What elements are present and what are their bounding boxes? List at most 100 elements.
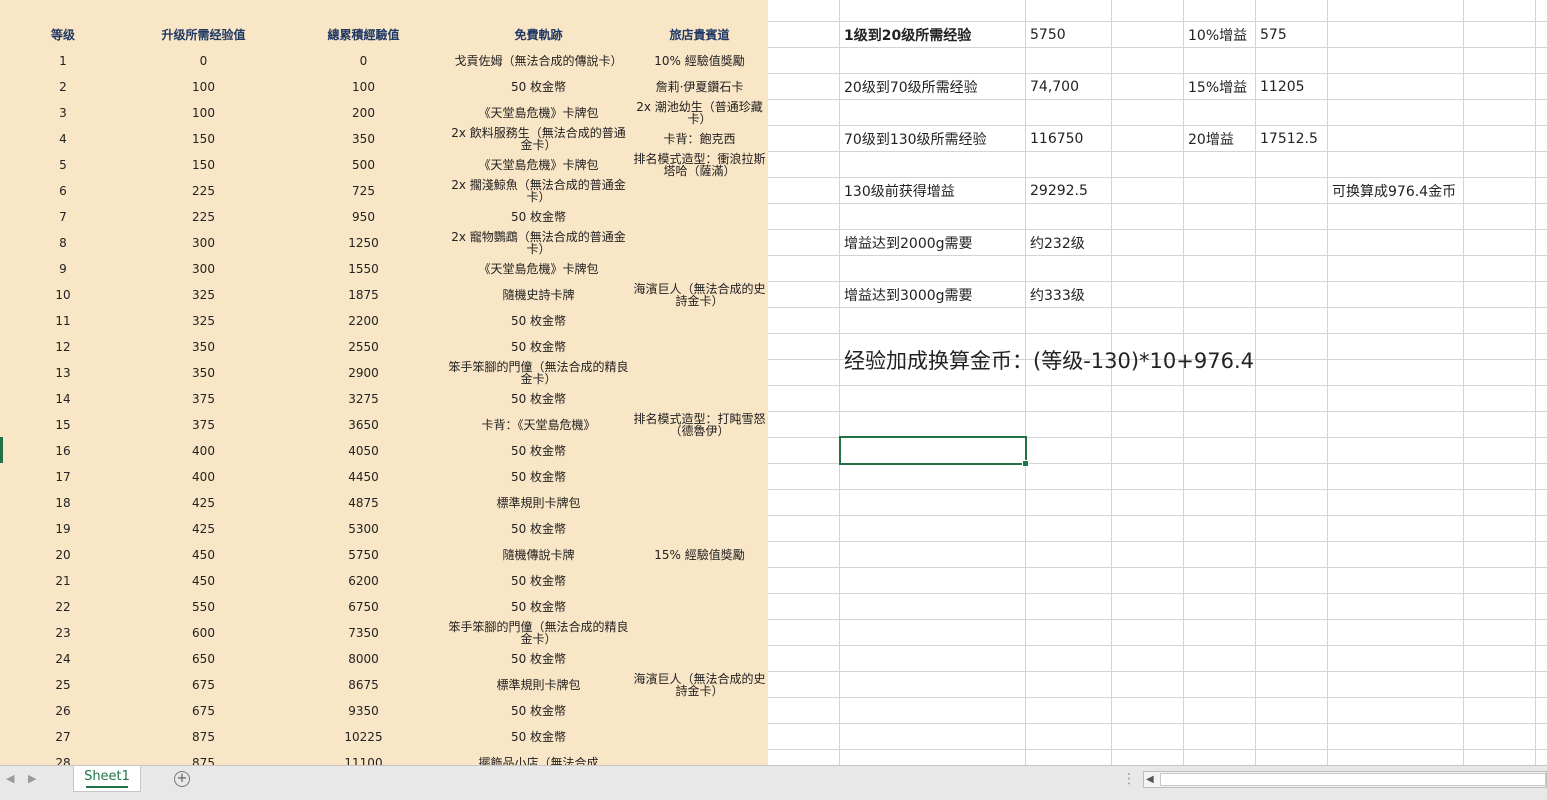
table-cell[interactable]: 450: [126, 568, 281, 594]
grid-cell[interactable]: [768, 360, 840, 386]
table-cell[interactable]: 400: [126, 438, 281, 464]
grid-cell[interactable]: [1256, 308, 1328, 334]
grid-cell[interactable]: [1112, 152, 1184, 178]
grid-cell[interactable]: [1328, 542, 1464, 568]
grid-cell[interactable]: [1026, 568, 1112, 594]
table-cell[interactable]: 8000: [281, 646, 446, 672]
grid-cell[interactable]: [1464, 230, 1536, 256]
grid-cell[interactable]: [1464, 282, 1536, 308]
grid-cell[interactable]: [768, 464, 840, 490]
table-cell[interactable]: 2900: [281, 360, 446, 386]
grid-cell[interactable]: [768, 568, 840, 594]
table-cell[interactable]: [631, 204, 768, 230]
table-cell[interactable]: 15% 經驗值獎勵: [631, 542, 768, 568]
grid-cell[interactable]: [1112, 308, 1184, 334]
table-cell[interactable]: 50 枚金幣: [446, 334, 631, 360]
grid-cell[interactable]: [1464, 620, 1536, 646]
more-options-icon[interactable]: ⋮: [1122, 771, 1136, 787]
table-cell[interactable]: 戈貢佐姆（無法合成的傳說卡）: [446, 48, 631, 74]
grid-cell[interactable]: [1464, 0, 1536, 22]
summary-value[interactable]: 116750: [1027, 126, 1207, 152]
grid-cell[interactable]: [1328, 490, 1464, 516]
table-cell[interactable]: 18: [0, 490, 126, 516]
table-cell[interactable]: 6750: [281, 594, 446, 620]
summary-label[interactable]: 增益达到2000g需要: [841, 230, 1021, 256]
table-cell[interactable]: 50 枚金幣: [446, 386, 631, 412]
grid-cell[interactable]: [1536, 308, 1547, 334]
table-cell[interactable]: 20: [0, 542, 126, 568]
grid-cell[interactable]: [1536, 48, 1547, 74]
table-cell[interactable]: 50 枚金幣: [446, 724, 631, 750]
grid-cell[interactable]: [1184, 204, 1256, 230]
table-cell[interactable]: 675: [126, 698, 281, 724]
table-cell[interactable]: 21: [0, 568, 126, 594]
grid-cell[interactable]: [1184, 256, 1256, 282]
grid-cell[interactable]: [1112, 256, 1184, 282]
table-cell[interactable]: [631, 230, 768, 256]
grid-cell[interactable]: [1112, 438, 1184, 464]
table-cell[interactable]: [631, 646, 768, 672]
grid-cell[interactable]: [768, 126, 840, 152]
grid-cell[interactable]: [1026, 698, 1112, 724]
grid-cell[interactable]: [1026, 464, 1112, 490]
grid-cell[interactable]: [1536, 412, 1547, 438]
grid-cell[interactable]: [1026, 646, 1112, 672]
grid-cell[interactable]: [1184, 594, 1256, 620]
grid-cell[interactable]: [1536, 152, 1547, 178]
table-cell[interactable]: 11100: [281, 750, 446, 765]
table-cell[interactable]: 卡背：飽克西: [631, 126, 768, 152]
grid-cell[interactable]: [1536, 724, 1547, 750]
table-cell[interactable]: 標準規則卡牌包: [446, 672, 631, 698]
table-cell[interactable]: 12: [0, 334, 126, 360]
table-cell[interactable]: 笨手笨腳的門僮（無法合成的精良金卡）: [446, 620, 631, 646]
grid-cell[interactable]: [1464, 542, 1536, 568]
grid-cell[interactable]: [1184, 412, 1256, 438]
table-cell[interactable]: 8: [0, 230, 126, 256]
table-cell[interactable]: 隨機傳說卡牌: [446, 542, 631, 568]
grid-cell[interactable]: [1112, 542, 1184, 568]
grid-cell[interactable]: [1112, 464, 1184, 490]
table-cell[interactable]: 300: [126, 256, 281, 282]
grid-cell[interactable]: [1464, 750, 1536, 765]
table-cell[interactable]: 150: [126, 126, 281, 152]
grid-cell[interactable]: [1536, 750, 1547, 765]
summary-label[interactable]: 增益达到3000g需要: [841, 282, 1021, 308]
grid-cell[interactable]: [1536, 100, 1547, 126]
grid-cell[interactable]: [1026, 386, 1112, 412]
grid-cell[interactable]: [1184, 100, 1256, 126]
table-cell[interactable]: 8675: [281, 672, 446, 698]
grid-cell[interactable]: [1026, 308, 1112, 334]
sheet-tab-sheet1[interactable]: Sheet1: [73, 766, 141, 792]
table-cell[interactable]: 2550: [281, 334, 446, 360]
table-cell[interactable]: 卡背：《天堂島危機》: [446, 412, 631, 438]
grid-cell[interactable]: [1328, 204, 1464, 230]
grid-cell[interactable]: [1256, 542, 1328, 568]
grid-cell[interactable]: [1026, 152, 1112, 178]
table-cell[interactable]: 50 枚金幣: [446, 594, 631, 620]
add-sheet-icon[interactable]: +: [174, 771, 190, 787]
grid-cell[interactable]: [1112, 568, 1184, 594]
table-cell[interactable]: 50 枚金幣: [446, 74, 631, 100]
table-cell[interactable]: 排名模式造型：衝浪拉斯塔哈（薩滿）: [631, 152, 768, 178]
table-cell[interactable]: 1250: [281, 230, 446, 256]
grid-cell[interactable]: [1184, 620, 1256, 646]
grid-cell[interactable]: [1328, 438, 1464, 464]
grid-cell[interactable]: [768, 750, 840, 765]
grid-cell[interactable]: [840, 0, 1026, 22]
grid-cell[interactable]: [1328, 308, 1464, 334]
grid-cell[interactable]: [1112, 724, 1184, 750]
table-cell[interactable]: 50 枚金幣: [446, 698, 631, 724]
column-header[interactable]: 等级: [0, 22, 126, 48]
grid-cell[interactable]: [1536, 490, 1547, 516]
table-cell[interactable]: 7350: [281, 620, 446, 646]
grid-cell[interactable]: [1112, 620, 1184, 646]
grid-cell[interactable]: [1256, 646, 1328, 672]
grid-cell[interactable]: [1256, 412, 1328, 438]
grid-cell[interactable]: [1536, 542, 1547, 568]
grid-cell[interactable]: [1256, 100, 1328, 126]
table-cell[interactable]: 50 枚金幣: [446, 516, 631, 542]
grid-cell[interactable]: [768, 204, 840, 230]
grid-cell[interactable]: [768, 282, 840, 308]
grid-cell[interactable]: [768, 100, 840, 126]
table-cell[interactable]: 300: [126, 230, 281, 256]
